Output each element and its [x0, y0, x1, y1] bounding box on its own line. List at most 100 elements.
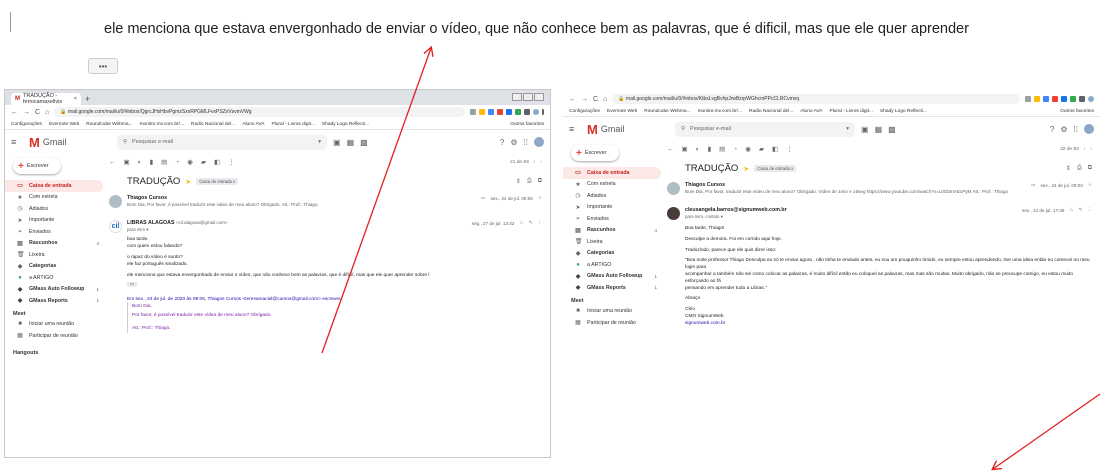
minimize-icon[interactable] — [512, 93, 522, 101]
sidebar-item[interactable]: ◆ Categorias — [563, 248, 661, 260]
zoom-icon[interactable] — [470, 109, 476, 115]
sidebar-item[interactable]: ◆ GMass Reports 1 — [563, 282, 661, 294]
gmail-logo[interactable]: M Gmail — [587, 122, 669, 137]
website-link[interactable]: signumweb.com.br — [685, 321, 1092, 328]
gmass-sheet-icon[interactable]: ▩ — [360, 138, 368, 147]
more-options-button[interactable]: ••• — [88, 58, 118, 74]
back-icon[interactable]: ← — [569, 96, 576, 103]
star-icon[interactable]: ☆ — [1069, 207, 1073, 213]
show-trimmed-button[interactable]: ••• — [127, 282, 137, 287]
sidebar-item[interactable]: ➢ Enviados — [5, 226, 103, 238]
gmail-logo[interactable]: M Gmail — [29, 135, 111, 150]
extension-icon[interactable] — [497, 109, 503, 115]
move-to-icon[interactable]: ▰ — [201, 158, 206, 166]
more-icon[interactable]: ⋮ — [228, 158, 235, 166]
menu-icon[interactable] — [542, 109, 544, 115]
move-to-icon[interactable]: ▰ — [759, 145, 764, 153]
labels-icon[interactable]: ◧ — [772, 145, 778, 153]
compose-button[interactable]: + Escrever — [571, 145, 619, 161]
back-icon[interactable]: ← — [11, 109, 18, 116]
search-box[interactable]: ⚲ Pesquisar e-mail ▾ — [675, 121, 855, 137]
add-task-icon[interactable]: ◉ — [745, 145, 751, 153]
report-spam-icon[interactable]: ◐ — [138, 159, 142, 166]
extension-icon[interactable] — [1079, 96, 1085, 102]
gear-icon[interactable]: ⚙ — [510, 138, 517, 147]
extension-icon[interactable] — [524, 109, 530, 115]
reply-icon[interactable]: ↰ — [529, 220, 533, 226]
maximize-icon[interactable] — [523, 93, 533, 101]
snooze-icon[interactable]: ◔ — [175, 159, 179, 166]
prev-icon[interactable]: ‹ — [534, 160, 536, 165]
sidebar-item[interactable]: ➢ Enviados — [563, 213, 661, 225]
mark-unread-icon[interactable]: ▤ — [719, 145, 725, 153]
back-to-inbox-icon[interactable]: ← — [667, 146, 674, 153]
bookmark-item[interactable]: Configurações — [11, 122, 42, 127]
recipient-toggle[interactable]: para mim, contato ▾ — [685, 214, 787, 220]
bookmark-item[interactable]: Radio Nacional del... — [191, 122, 235, 127]
main-menu-icon[interactable]: ≡ — [11, 137, 23, 147]
star-icon[interactable]: ☆ — [1088, 182, 1092, 188]
sidebar-item[interactable]: ▤ Rascunhos 4 — [563, 225, 661, 237]
search-input[interactable]: Pesquisar e-mail — [690, 126, 731, 132]
delete-icon[interactable]: ▮ — [150, 158, 154, 166]
sidebar-item[interactable]: ● a ARTIGO — [563, 259, 661, 271]
home-icon[interactable]: ⌂ — [45, 109, 49, 116]
add-task-icon[interactable]: ◉ — [187, 158, 193, 166]
extension-icon[interactable] — [1052, 96, 1058, 102]
avatar[interactable] — [1084, 124, 1094, 134]
expand-icon[interactable]: ⇕ — [1066, 165, 1071, 172]
search-options-icon[interactable]: ▾ — [318, 139, 321, 145]
sidebar-item[interactable]: ▭ Caixa de entrada — [563, 167, 661, 179]
next-icon[interactable]: › — [540, 160, 542, 165]
bookmark-item[interactable]: Plural - Livros digit... — [830, 109, 873, 114]
search-input[interactable]: Pesquisar e-mail — [132, 139, 173, 145]
sidebar-item[interactable]: ➤ Importante — [563, 202, 661, 214]
archive-icon[interactable]: ▣ — [124, 158, 130, 166]
recipient-toggle[interactable]: para mim ▾ — [127, 227, 228, 233]
mark-unread-icon[interactable]: ▤ — [161, 158, 167, 166]
close-tab-icon[interactable]: × — [74, 96, 77, 102]
search-options-icon[interactable]: ▾ — [846, 126, 849, 132]
sidebar-item[interactable]: ◆ GMass Reports 1 — [5, 295, 103, 307]
sidebar-item[interactable]: ◆ GMass Auto Followup 1 — [5, 284, 103, 296]
message-1[interactable]: Thiagos Cursos Bom Dia, Por favor, é pos… — [107, 195, 542, 208]
bookmark-star-icon[interactable] — [479, 109, 485, 115]
sidebar-item[interactable]: ● a ARTIGO — [5, 272, 103, 284]
report-spam-icon[interactable]: ◐ — [696, 146, 700, 153]
bookmark-item[interactable]: Outros favoritos — [510, 122, 544, 127]
sidebar-item[interactable]: ▤ Rascunhos 4 — [5, 238, 103, 250]
profile-icon[interactable] — [1088, 96, 1094, 102]
bookmark-item[interactable]: monitor.mv.com.br/... — [698, 109, 742, 114]
forward-icon[interactable]: → — [581, 96, 588, 103]
join-meeting-item[interactable]: ▦ Participar de reunião — [5, 330, 103, 342]
new-window-icon[interactable]: ⧉ — [538, 178, 542, 185]
bookmark-item[interactable]: Aluno AVA — [242, 122, 264, 127]
help-icon[interactable]: ? — [1050, 125, 1054, 134]
search-icon[interactable]: ⚲ — [123, 139, 127, 145]
bookmark-item[interactable]: Evernote Web — [607, 109, 637, 114]
apps-icon[interactable]: ⁞⁞ — [524, 138, 528, 147]
forward-icon[interactable]: → — [23, 109, 30, 116]
browser-tab[interactable]: M TRADUÇÃO - fernicamaxelivix × — [11, 93, 81, 105]
next-icon[interactable]: › — [1090, 147, 1092, 152]
reload-icon[interactable]: C — [593, 96, 598, 103]
sidebar-item[interactable]: ★ Com estrela — [5, 192, 103, 204]
search-icon[interactable]: ⚲ — [681, 126, 685, 132]
gmass-settings-icon[interactable]: ▦ — [875, 125, 883, 134]
expand-icon[interactable]: ⇕ — [516, 178, 521, 185]
bookmark-item[interactable]: Configurações — [569, 109, 600, 114]
star-icon[interactable]: ☆ — [538, 195, 542, 201]
sidebar-item[interactable]: ◷ Adiados — [5, 203, 103, 215]
inbox-label-chip[interactable]: Caixa de entrada x — [196, 178, 239, 185]
gmass-icon[interactable]: ▣ — [333, 138, 341, 147]
bookmark-item[interactable]: Shady Logo Reflecti... — [322, 122, 369, 127]
bookmark-item[interactable]: Shady Logo Reflecti... — [880, 109, 927, 114]
bookmark-item[interactable]: Evernote Web — [49, 122, 79, 127]
gmass-icon[interactable]: ▣ — [861, 125, 869, 134]
sidebar-item[interactable]: ◷ Adiados — [563, 190, 661, 202]
reply-icon[interactable]: ↰ — [1079, 207, 1083, 213]
extension-icon[interactable] — [1061, 96, 1067, 102]
apps-icon[interactable]: ⁞⁞ — [1074, 125, 1078, 134]
snooze-icon[interactable]: ◔ — [733, 146, 737, 153]
profile-icon[interactable] — [533, 109, 539, 115]
